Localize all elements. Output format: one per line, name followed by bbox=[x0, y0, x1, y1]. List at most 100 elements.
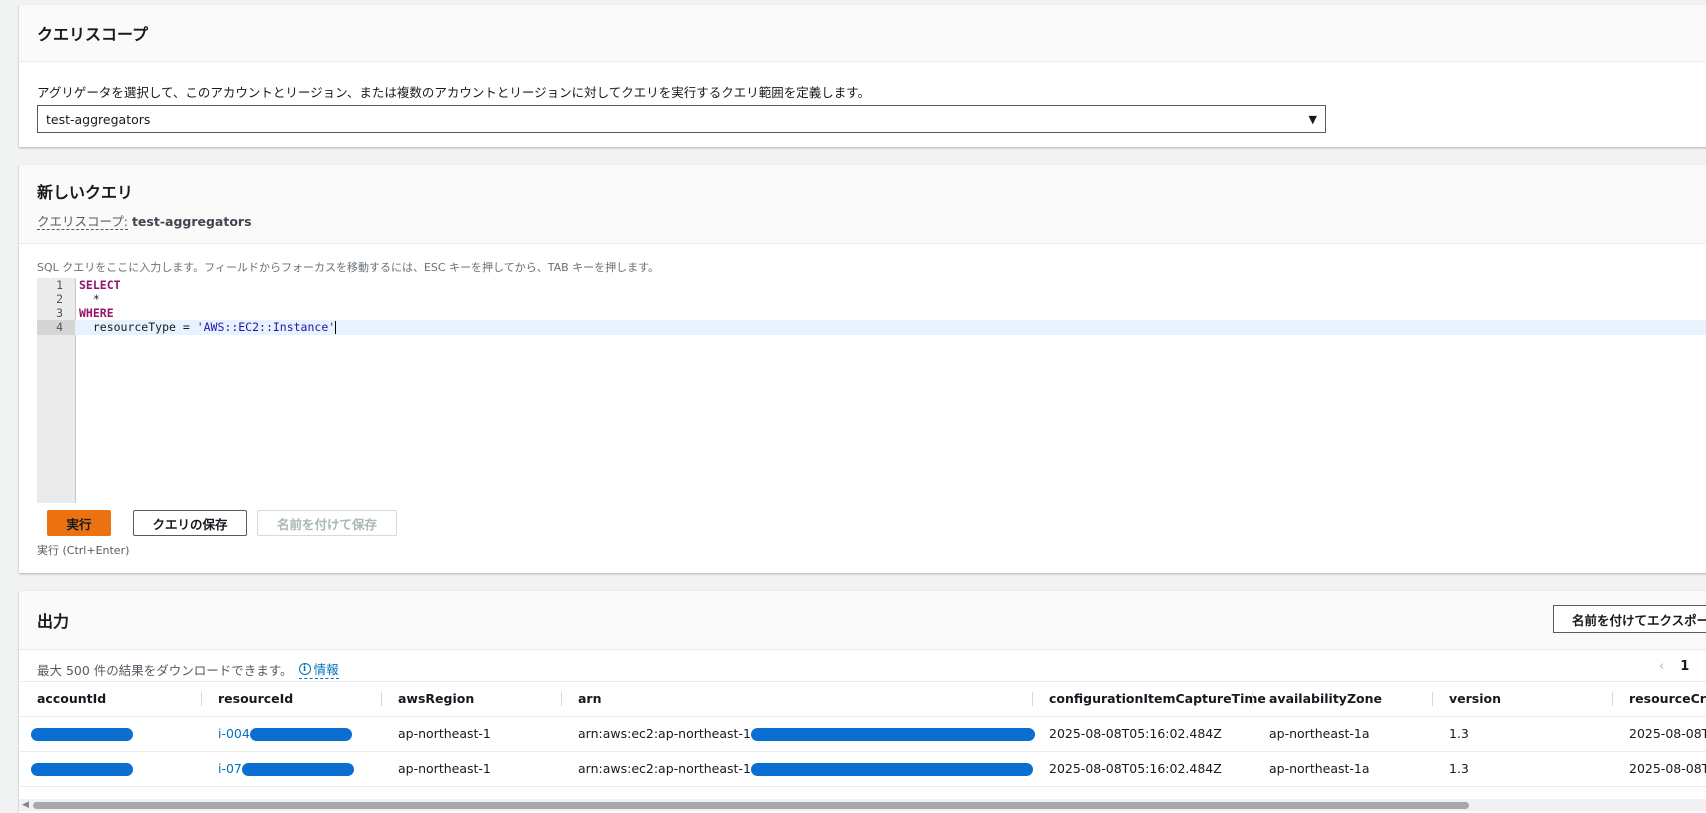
redaction-mark bbox=[750, 728, 1035, 741]
cell-awsregion: ap-northeast-1 bbox=[398, 761, 491, 776]
column-header-capturetime[interactable]: configurationItemCaptureTime bbox=[1032, 682, 1266, 716]
cell-accountid bbox=[31, 717, 133, 751]
line-number: 1 bbox=[56, 278, 63, 292]
redaction-mark bbox=[31, 728, 133, 741]
aggregator-select-value: test-aggregators bbox=[46, 111, 151, 127]
column-header-label: arn bbox=[578, 691, 602, 706]
code-text: resourceType = 'AWS::EC2::Instance' bbox=[79, 320, 337, 335]
column-header-label: resourceCreationTime bbox=[1629, 691, 1706, 706]
query-scope-title: クエリスコープ bbox=[37, 25, 149, 44]
pagination: ‹ 1 bbox=[1659, 659, 1689, 674]
query-scope-header: クエリスコープ bbox=[19, 5, 1706, 62]
column-header-resourceid[interactable]: resourceId bbox=[201, 682, 294, 716]
info-label: 情報 bbox=[313, 662, 339, 677]
line-number: 2 bbox=[56, 292, 63, 306]
output-panel: 出力 名前を付けてエクスポート 最大 500 件の結果をダウンロードできます。 … bbox=[19, 591, 1706, 813]
code-line: 3 WHERE bbox=[37, 306, 1706, 321]
redaction-mark bbox=[750, 763, 1033, 776]
run-button[interactable]: 実行 bbox=[47, 510, 111, 536]
export-as-button[interactable]: 名前を付けてエクスポート bbox=[1553, 605, 1706, 633]
table-header-row: accountId resourceId awsRegion arn confi… bbox=[19, 681, 1706, 717]
cell-creationtime: 2025-08-08T bbox=[1629, 761, 1706, 776]
code-text: * bbox=[79, 292, 100, 306]
redaction-mark bbox=[249, 728, 352, 741]
column-divider bbox=[1032, 692, 1033, 706]
cell-arn: arn:aws:ec2:ap-northeast-1 bbox=[578, 717, 1035, 751]
horizontal-scrollbar[interactable]: ◀ bbox=[19, 799, 1706, 811]
run-shortcut-hint: 実行 (Ctrl+Enter) bbox=[37, 544, 130, 557]
column-header-availabilityzone[interactable]: availabilityZone bbox=[1252, 682, 1382, 716]
cell-version: 1.3 bbox=[1449, 761, 1469, 776]
output-header: 出力 bbox=[19, 591, 1706, 650]
column-header-version[interactable]: version bbox=[1432, 682, 1502, 716]
chevron-left-icon[interactable]: ‹ bbox=[1659, 659, 1664, 674]
caret-down-icon: ▼ bbox=[1308, 112, 1317, 126]
cell-resourceid[interactable]: i-07 bbox=[218, 752, 354, 786]
table-row: i-07 ap-northeast-1 arn:aws:ec2:ap-north… bbox=[19, 752, 1706, 787]
info-icon: i bbox=[298, 662, 311, 675]
sql-editor[interactable]: 1 SELECT 2 * 3 WHERE 4 resourceType = 'A… bbox=[37, 278, 1706, 503]
column-divider bbox=[1252, 692, 1253, 706]
arn-text: arn:aws:ec2:ap-northeast-1 bbox=[578, 726, 751, 741]
code-line-active: 4 resourceType = 'AWS::EC2::Instance' bbox=[37, 320, 1706, 335]
column-header-arn[interactable]: arn bbox=[561, 682, 602, 716]
code-lhs: resourceType = bbox=[79, 320, 197, 334]
column-header-label: configurationItemCaptureTime bbox=[1049, 691, 1266, 706]
line-number: 4 bbox=[37, 320, 75, 335]
cell-version: 1.3 bbox=[1449, 726, 1469, 741]
resourceid-link[interactable]: i-004 bbox=[218, 726, 250, 741]
column-header-creationtime[interactable]: resourceCreationTime bbox=[1612, 682, 1706, 716]
code-line: 1 SELECT bbox=[37, 278, 1706, 293]
new-query-title: 新しいクエリ bbox=[37, 183, 134, 202]
query-scope-value: test-aggregators bbox=[131, 214, 252, 229]
output-description: 最大 500 件の結果をダウンロードできます。 i 情報 bbox=[37, 659, 339, 679]
aggregator-select[interactable]: test-aggregators ▼ bbox=[37, 105, 1326, 133]
code-string: 'AWS::EC2::Instance' bbox=[196, 320, 336, 334]
code-text: WHERE bbox=[79, 306, 114, 320]
redaction-mark bbox=[241, 763, 354, 776]
cell-arn: arn:aws:ec2:ap-northeast-1 bbox=[578, 752, 1033, 786]
column-header-label: version bbox=[1449, 691, 1502, 706]
code-text: SELECT bbox=[79, 278, 121, 292]
page-number[interactable]: 1 bbox=[1680, 659, 1689, 674]
column-header-accountid[interactable]: accountId bbox=[37, 682, 106, 716]
output-title: 出力 bbox=[37, 612, 70, 631]
scrollbar-thumb[interactable] bbox=[33, 802, 1469, 809]
column-header-label: accountId bbox=[37, 691, 107, 706]
query-scope-label[interactable]: クエリスコープ: bbox=[37, 214, 128, 230]
info-link[interactable]: i 情報 bbox=[298, 659, 339, 679]
query-scope-summary: クエリスコープ: test-aggregators bbox=[37, 211, 1701, 230]
cell-accountid bbox=[31, 752, 133, 786]
query-scope-description: アグリゲータを選択して、このアカウントとリージョン、または複数のアカウントとリー… bbox=[37, 85, 871, 100]
column-header-awsregion[interactable]: awsRegion bbox=[381, 682, 475, 716]
results-table: accountId resourceId awsRegion arn confi… bbox=[19, 681, 1706, 787]
table-row: i-004 ap-northeast-1 arn:aws:ec2:ap-nort… bbox=[19, 717, 1706, 752]
cell-capturetime: 2025-08-08T05:16:02.484Z bbox=[1049, 726, 1222, 741]
redaction-mark bbox=[31, 763, 133, 776]
cell-availabilityzone: ap-northeast-1a bbox=[1269, 726, 1370, 741]
new-query-header: 新しいクエリ クエリスコープ: test-aggregators bbox=[19, 165, 1706, 244]
new-query-panel: 新しいクエリ クエリスコープ: test-aggregators SQL クエリ… bbox=[19, 165, 1706, 573]
column-divider bbox=[1612, 692, 1613, 706]
column-divider bbox=[1432, 692, 1433, 706]
resourceid-link[interactable]: i-07 bbox=[218, 761, 242, 776]
column-header-label: resourceId bbox=[218, 691, 294, 706]
code-line: 2 * bbox=[37, 292, 1706, 307]
save-query-button[interactable]: クエリの保存 bbox=[133, 510, 247, 536]
query-scope-panel: クエリスコープ アグリゲータを選択して、このアカウントとリージョン、または複数の… bbox=[19, 5, 1706, 147]
save-as-button[interactable]: 名前を付けて保存 bbox=[257, 510, 397, 536]
cell-availabilityzone: ap-northeast-1a bbox=[1269, 761, 1370, 776]
column-header-label: awsRegion bbox=[398, 691, 475, 706]
cell-awsregion: ap-northeast-1 bbox=[398, 726, 491, 741]
cell-resourceid[interactable]: i-004 bbox=[218, 717, 352, 751]
column-header-label: availabilityZone bbox=[1269, 691, 1382, 706]
column-divider bbox=[381, 692, 382, 706]
cell-creationtime: 2025-08-08T bbox=[1629, 726, 1706, 741]
line-number: 3 bbox=[56, 306, 63, 320]
editor-hint: SQL クエリをここに入力します。フィールドからフォーカスを移動するには、ESC… bbox=[37, 261, 660, 274]
output-description-text: 最大 500 件の結果をダウンロードできます。 bbox=[37, 662, 293, 678]
cell-capturetime: 2025-08-08T05:16:02.484Z bbox=[1049, 761, 1222, 776]
column-divider bbox=[561, 692, 562, 706]
text-cursor bbox=[335, 321, 337, 334]
scroll-left-arrow-icon[interactable]: ◀ bbox=[22, 799, 29, 811]
